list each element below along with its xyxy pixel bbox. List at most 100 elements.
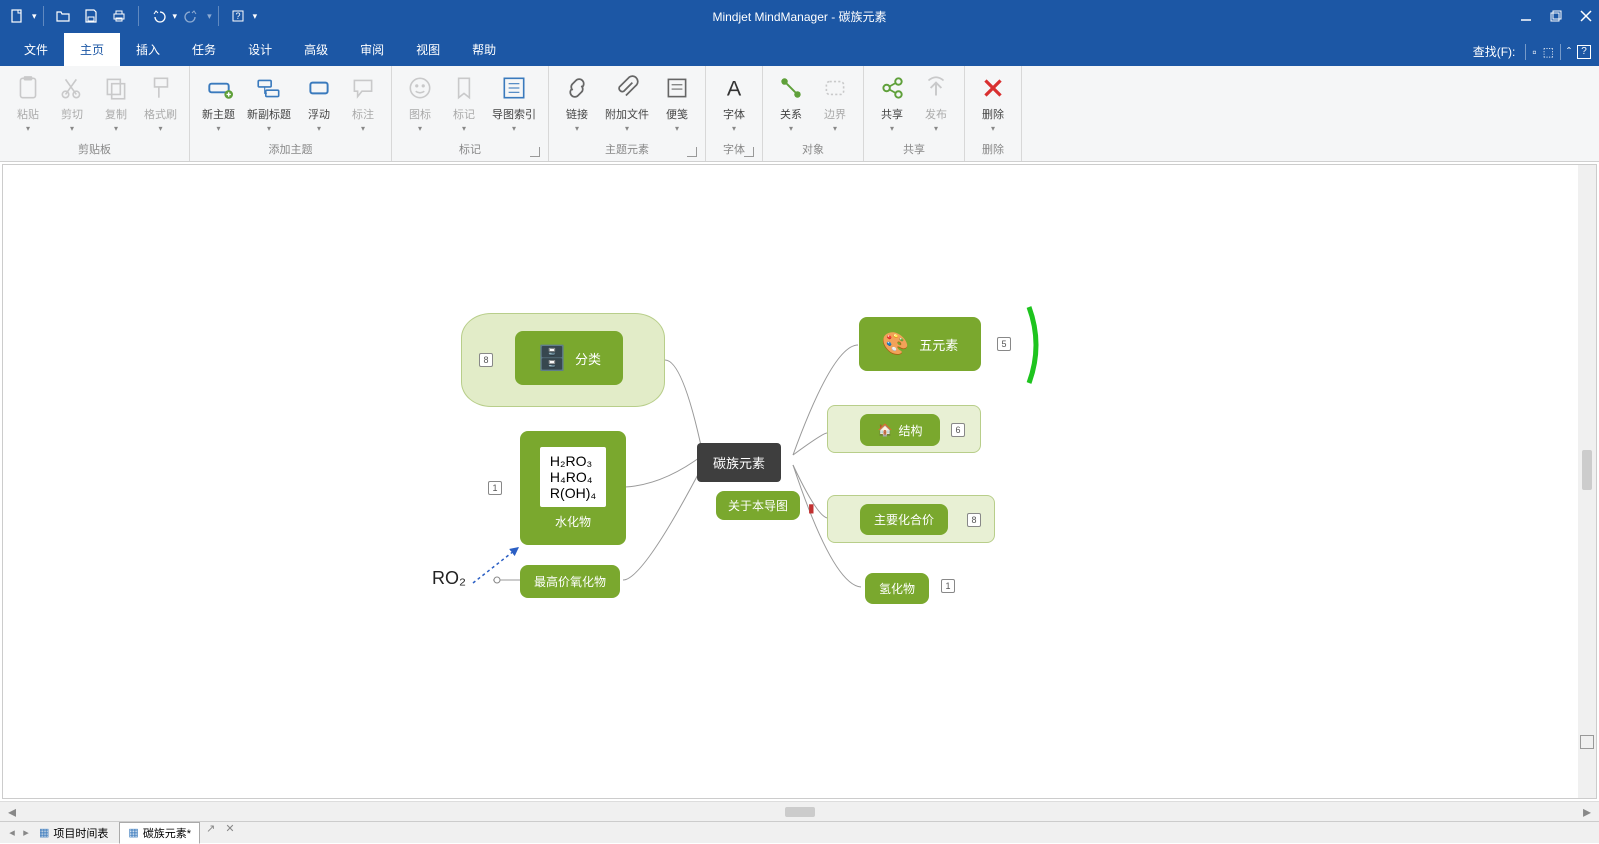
undo-button[interactable] bbox=[145, 3, 171, 29]
ribbon-btn-发布[interactable]: 发布▾ bbox=[914, 70, 958, 137]
panel-icon-2[interactable]: ⬚ bbox=[1543, 45, 1554, 59]
menu-tab-8[interactable]: 帮助 bbox=[456, 33, 512, 66]
node-hydrate[interactable]: H₂RO₃ H₄RO₄ R(OH)₄ 水化物 bbox=[520, 431, 626, 545]
help-icon[interactable]: ? bbox=[1577, 45, 1591, 59]
restore-button[interactable] bbox=[1549, 9, 1563, 23]
hydrate-label: 水化物 bbox=[555, 513, 591, 530]
doctab[interactable]: ▦项目时间表 bbox=[30, 822, 117, 844]
collapse-ribbon-icon[interactable]: ˆ bbox=[1567, 45, 1571, 59]
menu-tab-4[interactable]: 设计 bbox=[232, 33, 288, 66]
node-center[interactable]: 碳族元素 bbox=[697, 443, 781, 482]
menu-tab-5[interactable]: 高级 bbox=[288, 33, 344, 66]
ribbon-group-删除: 删除▾删除 bbox=[965, 66, 1022, 161]
ribbon-btn-字体[interactable]: A字体▾ bbox=[712, 70, 756, 137]
qat-dropdown[interactable]: ▾ bbox=[32, 11, 37, 22]
ribbon-btn-链接[interactable]: 链接▾ bbox=[555, 70, 599, 137]
menu-tab-6[interactable]: 审阅 bbox=[344, 33, 400, 66]
ribbon-group-添加主题: 新主题▾新副标题▾浮动▾标注▾添加主题 bbox=[190, 66, 392, 161]
dialog-launcher[interactable] bbox=[530, 147, 540, 157]
save-button[interactable] bbox=[78, 3, 104, 29]
hydride-count[interactable]: 1 bbox=[941, 579, 955, 593]
ro2-label: RO₂ bbox=[432, 568, 466, 589]
minimize-button[interactable] bbox=[1519, 9, 1533, 23]
node-oxide[interactable]: 最高价氧化物 bbox=[520, 565, 620, 598]
menu-tab-7[interactable]: 视图 bbox=[400, 33, 456, 66]
ribbon-btn-共享[interactable]: 共享▾ bbox=[870, 70, 914, 137]
doctab[interactable]: ▦碳族元素* bbox=[119, 822, 200, 844]
ribbon-btn-复制[interactable]: 复制▾ bbox=[94, 70, 138, 137]
redo-dropdown[interactable]: ▾ bbox=[207, 11, 212, 22]
open-button[interactable] bbox=[50, 3, 76, 29]
ribbon-btn-标注[interactable]: 标注▾ bbox=[341, 70, 385, 137]
ribbon-group-标记: 图标▾标记▾导图索引▾标记 bbox=[392, 66, 549, 161]
svg-text:?: ? bbox=[235, 11, 240, 21]
ribbon-btn-剪切[interactable]: 剪切▾ bbox=[50, 70, 94, 137]
svg-text:A: A bbox=[727, 77, 742, 101]
ribbon-group-主题元素: 链接▾附加文件▾便笺▾主题元素 bbox=[549, 66, 706, 161]
node-classify[interactable]: 🗄️ 分类 bbox=[515, 331, 623, 385]
server-icon: 🗄️ bbox=[537, 344, 567, 373]
home-icon: 🏠 bbox=[878, 423, 893, 437]
print-button[interactable] bbox=[106, 3, 132, 29]
help-button[interactable]: ? bbox=[225, 3, 251, 29]
five-count[interactable]: 5 bbox=[997, 337, 1011, 351]
undo-dropdown[interactable]: ▾ bbox=[173, 11, 178, 22]
ribbon-group-共享: 共享▾发布▾共享 bbox=[864, 66, 965, 161]
ribbon: 粘贴▾剪切▾复制▾格式刷▾剪贴板新主题▾新副标题▾浮动▾标注▾添加主题图标▾标记… bbox=[0, 66, 1599, 162]
redo-button[interactable] bbox=[179, 3, 205, 29]
formula-box: H₂RO₃ H₄RO₄ R(OH)₄ bbox=[540, 447, 606, 507]
node-about[interactable]: 关于本导图 bbox=[716, 491, 800, 520]
ribbon-btn-新主题[interactable]: 新主题▾ bbox=[196, 70, 241, 137]
search-label[interactable]: 查找(F): bbox=[1473, 43, 1516, 60]
close-button[interactable] bbox=[1579, 9, 1593, 23]
dialog-launcher[interactable] bbox=[687, 147, 697, 157]
ribbon-btn-格式刷[interactable]: 格式刷▾ bbox=[138, 70, 183, 137]
ribbon-group-对象: 关系▾边界▾对象 bbox=[763, 66, 864, 161]
quick-access-toolbar: ▾ ▾ ▾ ? ▾ bbox=[0, 3, 257, 29]
ribbon-btn-图标[interactable]: 图标▾ bbox=[398, 70, 442, 137]
menu-tab-1[interactable]: 主页 bbox=[64, 33, 120, 66]
ribbon-btn-标记[interactable]: 标记▾ bbox=[442, 70, 486, 137]
valence-count[interactable]: 8 bbox=[967, 513, 981, 527]
structure-count[interactable]: 6 bbox=[951, 423, 965, 437]
window-title: Mindjet MindManager - 碳族元素 bbox=[712, 8, 886, 25]
ribbon-group-字体: A字体▾字体 bbox=[706, 66, 763, 161]
menu-tab-3[interactable]: 任务 bbox=[176, 33, 232, 66]
node-structure[interactable]: 🏠 结构 bbox=[860, 414, 940, 446]
ribbon-btn-粘贴[interactable]: 粘贴▾ bbox=[6, 70, 50, 137]
menu-tab-0[interactable]: 文件 bbox=[8, 33, 64, 66]
structure-label: 结构 bbox=[898, 422, 922, 439]
ribbon-btn-便笺[interactable]: 便笺▾ bbox=[655, 70, 699, 137]
hscroll-left[interactable]: ◂ bbox=[4, 802, 20, 822]
hydrate-count[interactable]: 1 bbox=[488, 481, 502, 495]
classify-count[interactable]: 8 bbox=[479, 353, 493, 367]
hscroll-right[interactable]: ▸ bbox=[1579, 802, 1595, 822]
ribbon-btn-删除[interactable]: 删除▾ bbox=[971, 70, 1015, 137]
tab-popout[interactable]: ↗ bbox=[202, 822, 219, 844]
palette-icon: 🎨 bbox=[882, 331, 909, 357]
canvas[interactable]: 碳族元素 关于本导图 ▮ 🗄️ 分类 8 H₂RO₃ H₄RO₄ R(OH)₄ … bbox=[2, 164, 1597, 799]
new-doc-button[interactable] bbox=[4, 3, 30, 29]
five-label: 五元素 bbox=[919, 335, 958, 354]
node-valence[interactable]: 主要化合价 bbox=[860, 504, 948, 535]
classify-label: 分类 bbox=[575, 349, 601, 368]
help-dropdown[interactable]: ▾ bbox=[253, 11, 258, 22]
ribbon-btn-边界[interactable]: 边界▾ bbox=[813, 70, 857, 137]
tab-close[interactable]: ✕ bbox=[221, 822, 238, 844]
horizontal-scrollbar[interactable]: ◂ ▸ bbox=[0, 801, 1599, 821]
ribbon-btn-新副标题[interactable]: 新副标题▾ bbox=[241, 70, 297, 137]
dialog-launcher[interactable] bbox=[744, 147, 754, 157]
ribbon-btn-导图索引[interactable]: 导图索引▾ bbox=[486, 70, 542, 137]
fit-view-button[interactable] bbox=[1580, 735, 1594, 749]
node-hydride[interactable]: 氢化物 bbox=[865, 573, 929, 604]
ribbon-btn-关系[interactable]: 关系▾ bbox=[769, 70, 813, 137]
ribbon-btn-浮动[interactable]: 浮动▾ bbox=[297, 70, 341, 137]
menubar: 文件主页插入任务设计高级审阅视图帮助 查找(F): ▫ ⬚ ˆ ? bbox=[0, 32, 1599, 66]
node-five[interactable]: 🎨 五元素 bbox=[859, 317, 981, 371]
ribbon-group-剪贴板: 粘贴▾剪切▾复制▾格式刷▾剪贴板 bbox=[0, 66, 190, 161]
vertical-scrollbar[interactable] bbox=[1578, 165, 1596, 798]
panel-icon-1[interactable]: ▫ bbox=[1532, 45, 1536, 59]
ribbon-btn-附加文件[interactable]: 附加文件▾ bbox=[599, 70, 655, 137]
menu-tab-2[interactable]: 插入 bbox=[120, 33, 176, 66]
tab-nav-right[interactable]: ▸ bbox=[18, 826, 34, 839]
